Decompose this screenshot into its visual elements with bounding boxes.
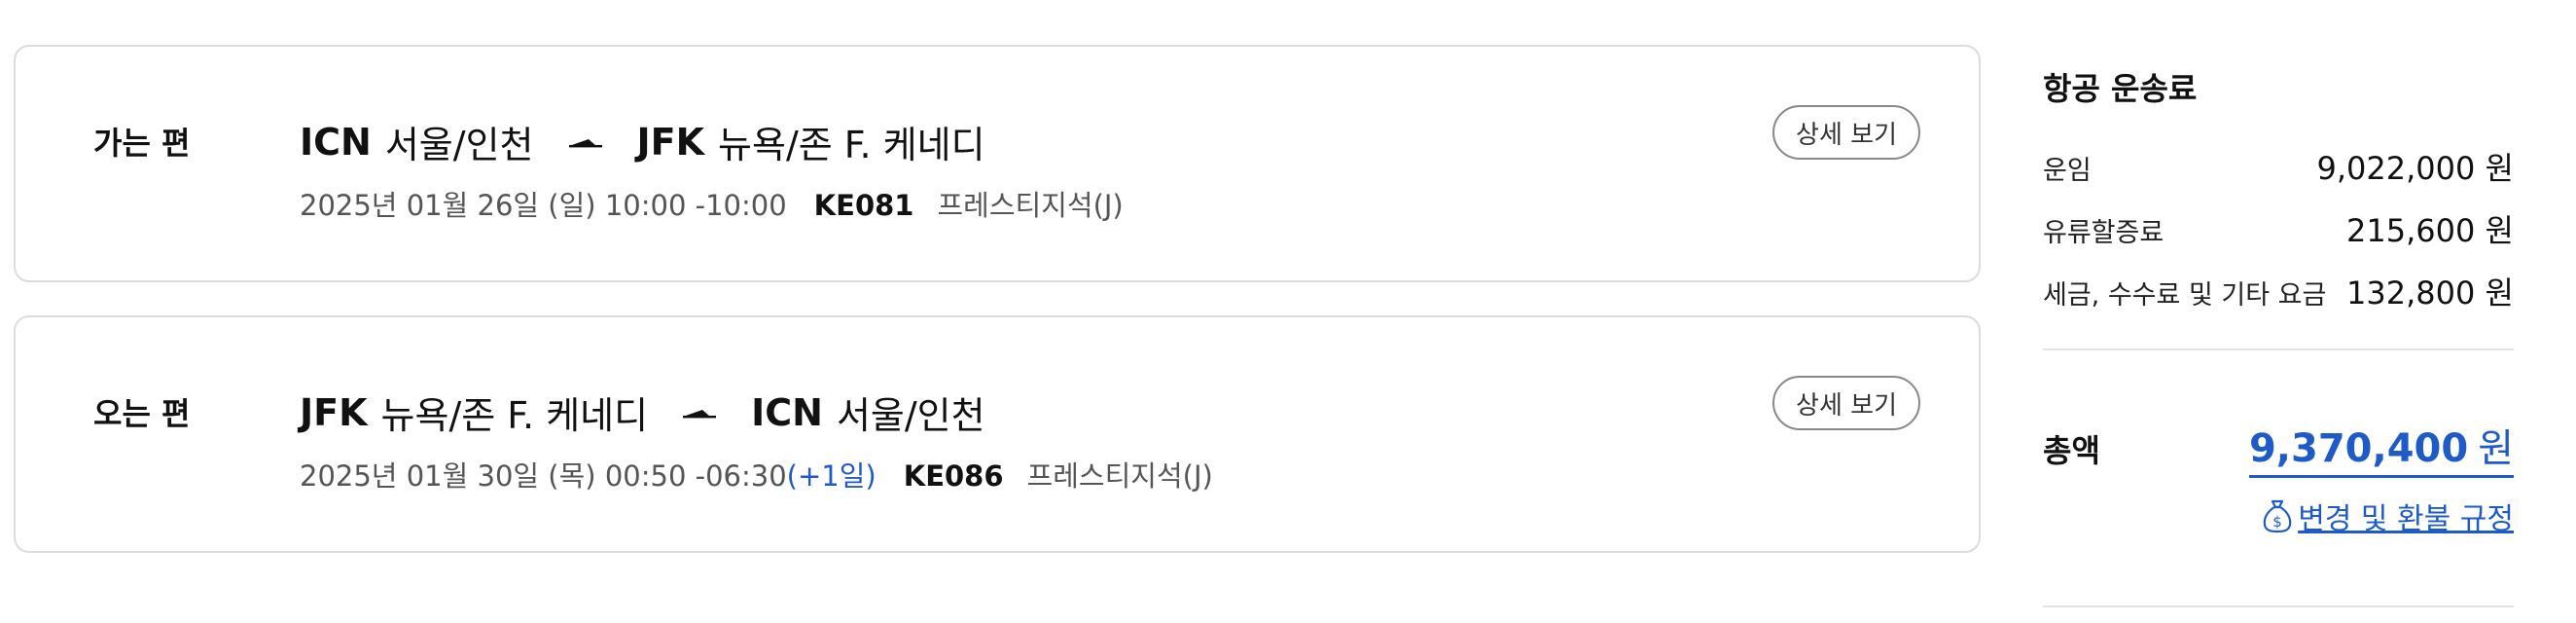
inbound-flight-number: KE086 bbox=[903, 459, 1004, 493]
change-refund-policy-link[interactable]: $ 변경 및 환불 규정 bbox=[2261, 495, 2514, 537]
inbound-plus-day: (+1일) bbox=[786, 459, 877, 493]
fare-row-amount: 132,800 원 bbox=[2346, 275, 2514, 312]
plane-arrow-icon bbox=[567, 132, 604, 152]
inbound-flight-card: 오는 편 JFK 뉴욕/존 F. 케네디 ICN 서울/인천 2025년 01월… bbox=[14, 315, 1981, 553]
fare-row-base: 운임 9,022,000 원 bbox=[2043, 144, 2514, 189]
plane-arrow-icon bbox=[681, 403, 718, 422]
outbound-flight-card: 가는 편 ICN 서울/인천 JFK 뉴욕/존 F. 케네디 2025년 01월… bbox=[14, 45, 1981, 282]
inbound-flight-meta: 2025년 01월 30일 (목) 00:50 -06:30 (+1일) KE0… bbox=[300, 454, 1213, 495]
fare-row-label: 운임 bbox=[2043, 156, 2092, 186]
outbound-flight-meta: 2025년 01월 26일 (일) 10:00 -10:00 KE081 프레스… bbox=[300, 183, 1124, 224]
outbound-dest-city: 뉴욕/존 F. 케네디 bbox=[718, 124, 985, 166]
total-amount-unit: 원 bbox=[2478, 426, 2514, 471]
outbound-cabin-class: 프레스티지석(J) bbox=[937, 189, 1124, 222]
outbound-origin-code: ICN bbox=[300, 120, 372, 164]
inbound-origin-city: 뉴욕/존 F. 케네디 bbox=[380, 394, 649, 437]
outbound-origin-city: 서울/인천 bbox=[384, 124, 534, 166]
fare-row-label: 유류할증료 bbox=[2043, 218, 2165, 248]
total-label: 총액 bbox=[2043, 432, 2100, 469]
inbound-dest-code: ICN bbox=[751, 390, 823, 434]
outbound-dest-code: JFK bbox=[636, 120, 705, 164]
inbound-direction-label: 오는 편 bbox=[93, 395, 191, 432]
outbound-direction-label: 가는 편 bbox=[93, 125, 191, 162]
inbound-route: JFK 뉴욕/존 F. 케네디 ICN 서울/인천 bbox=[300, 385, 985, 439]
fare-row-amount: 9,022,000 원 bbox=[2316, 150, 2514, 187]
outbound-route: ICN 서울/인천 JFK 뉴욕/존 F. 케네디 bbox=[300, 115, 985, 168]
summary-divider bbox=[2043, 605, 2514, 607]
fare-row-taxes-fees: 세금, 수수료 및 기타 요금 132,800 원 bbox=[2043, 269, 2514, 313]
inbound-origin-code: JFK bbox=[300, 390, 368, 434]
inbound-detail-button[interactable]: 상세 보기 bbox=[1772, 376, 1920, 430]
fare-row-amount: 215,600 원 bbox=[2346, 212, 2514, 249]
fare-summary-panel: 항공 운송료 운임 9,022,000 원 유류할증료 215,600 원 세금… bbox=[2043, 0, 2514, 623]
money-bag-icon: $ bbox=[2261, 497, 2294, 534]
total-amount[interactable]: 9,370,400 원 bbox=[2248, 417, 2514, 478]
inbound-date-time: 2025년 01월 30일 (목) 00:50 -06:30 bbox=[300, 459, 787, 493]
inbound-cabin-class: 프레스티지석(J) bbox=[1026, 459, 1213, 493]
summary-divider bbox=[2043, 348, 2514, 350]
outbound-date-time: 2025년 01월 26일 (일) 10:00 -10:00 bbox=[300, 189, 787, 222]
total-amount-value: 9,370,400 bbox=[2248, 426, 2469, 471]
inbound-dest-city: 서울/인천 bbox=[836, 394, 985, 437]
outbound-flight-number: KE081 bbox=[813, 189, 914, 222]
fare-summary-title: 항공 운송료 bbox=[2043, 70, 2198, 107]
policy-link-label: 변경 및 환불 규정 bbox=[2298, 502, 2514, 536]
fare-row-fuel-surcharge: 유류할증료 215,600 원 bbox=[2043, 206, 2514, 251]
svg-text:$: $ bbox=[2272, 513, 2282, 531]
fare-row-label: 세금, 수수료 및 기타 요금 bbox=[2043, 280, 2327, 311]
outbound-detail-button[interactable]: 상세 보기 bbox=[1772, 105, 1920, 160]
